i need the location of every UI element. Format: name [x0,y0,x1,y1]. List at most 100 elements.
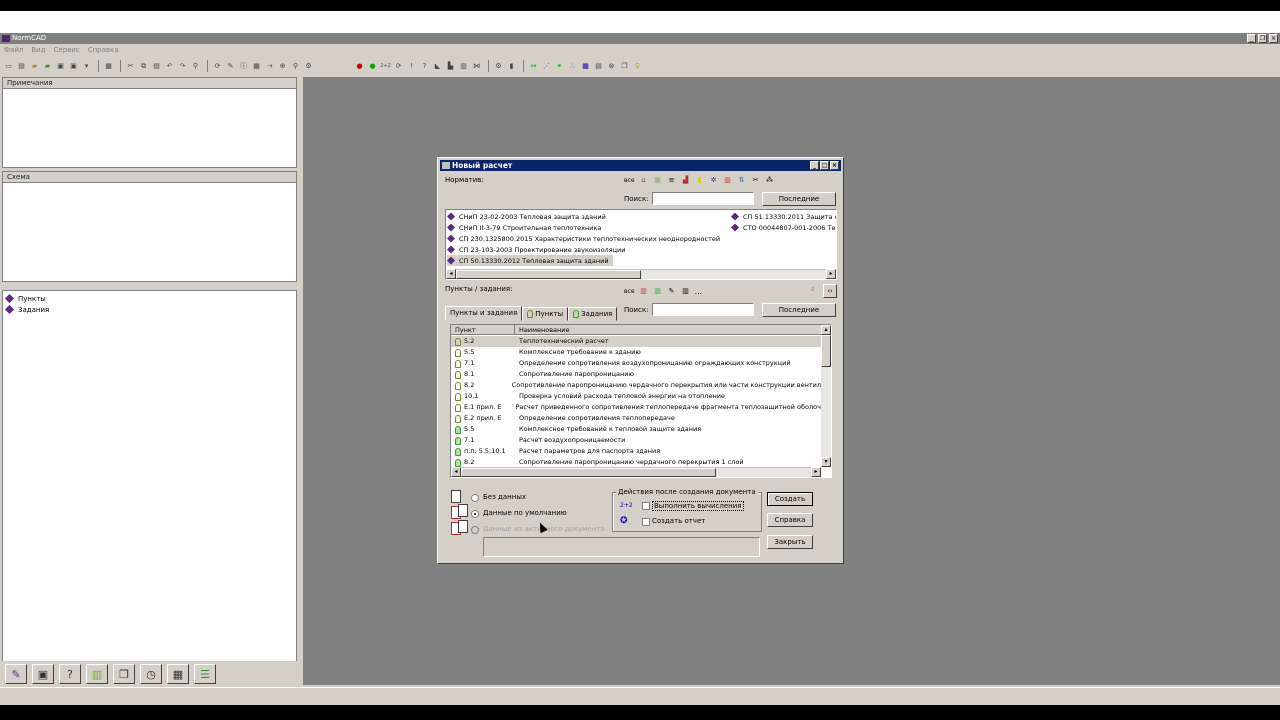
stop-icon[interactable]: ● [354,61,365,72]
paste-icon[interactable]: ▤ [151,61,162,72]
color-bars-icon[interactable]: ▥ [639,286,649,296]
open-icon[interactable]: ▰ [29,61,40,72]
norm-item[interactable]: СП 23-103-2003 Проектирование звукоизоля… [447,244,625,255]
scroll-down-arrow[interactable]: ▾ [821,457,831,467]
list-icon[interactable]: ☰ [194,664,216,684]
yellow-block-icon[interactable]: ▮ [695,175,705,185]
scroll-thumb[interactable] [456,270,641,279]
create-report-checkbox[interactable] [642,518,650,526]
redo-icon[interactable]: ↷ [177,61,188,72]
plot-icon[interactable]: ⋰ [541,61,552,72]
grid-hscrollbar[interactable]: ◂ ▸ [451,467,821,477]
block-icon[interactable]: ▙ [445,61,456,72]
calc-small-icon[interactable]: 2+2 [380,61,391,72]
norm-item-selected[interactable]: СП 50.13330.2012 Тепловая защита зданий [447,255,613,266]
points-grid[interactable]: Пункт Наименование 5.2 Теплотехнический р… [450,324,832,478]
scroll-left-arrow[interactable]: ◂ [446,269,456,279]
computer-icon[interactable]: ▣ [32,664,54,684]
table-row[interactable]: 8.1 Сопротивление паропроницанию [451,369,821,380]
calendar-icon[interactable]: ▤ [593,61,604,72]
table-row[interactable]: 8.2 Сопротивление паропроницанию чердачно… [451,380,821,391]
help-button[interactable]: Справка [767,513,813,527]
dialog-maximize-button[interactable]: □ [820,161,829,170]
all-filter[interactable]: все [624,288,635,295]
zoom-icon[interactable]: ⊕ [277,61,288,72]
table-row[interactable]: Е.1 прил. Е Расчет приведенного сопротивл… [451,402,821,413]
menu-help[interactable]: Справка [88,44,119,56]
points-search-input[interactable] [652,303,754,316]
scissors-icon[interactable]: ✂ [751,175,761,185]
table-row[interactable]: п.п. 5.5;10.1 Расчет параметров для паспо… [451,446,821,457]
green-bars-icon[interactable]: ▥ [653,286,663,296]
refresh-icon[interactable]: ⟳ [212,61,223,72]
norm-item[interactable]: СНиП II-3-79 Строительная теплотехника [447,222,601,233]
search-icon[interactable]: ⚲ [290,61,301,72]
norm-search-input[interactable] [652,192,754,205]
scroll-right-arrow[interactable]: ▸ [826,269,836,279]
default-data-radio[interactable] [471,510,479,518]
arrows-icon[interactable]: ↔ [528,61,539,72]
library-icon[interactable]: ▥ [86,664,108,684]
windows-icon[interactable]: ❐ [113,664,135,684]
norm-item[interactable]: СП 230.1325800.2015 Характеристики тепло… [447,233,720,244]
chart-icon[interactable]: ◣ [432,61,443,72]
dropdown-icon[interactable]: ▾ [81,61,92,72]
norm-book-icon[interactable]: ✎ [5,664,27,684]
scroll-thumb[interactable] [821,335,831,367]
norms-list[interactable]: СНиП 23-02-2003 Тепловая защита зданий С… [445,209,837,280]
save-icon[interactable]: ▣ [68,61,79,72]
toggle-button[interactable]: ‹› [823,284,837,298]
tools-icon[interactable]: ⚙ [303,61,314,72]
tab-tasks[interactable]: Задания [568,307,618,321]
table-row[interactable]: 7.1 Определение сопротивления воздухопрон… [451,358,821,369]
window-icon[interactable]: ❐ [619,61,630,72]
scroll-right-arrow[interactable]: ▸ [811,467,821,477]
structure-icon[interactable]: ▦ [167,664,189,684]
tab-points-and-tasks[interactable]: Пункты и задания [445,306,523,321]
copy-icon[interactable]: ⧉ [138,61,149,72]
calc-icon[interactable]: ▦ [251,61,262,72]
tree-item-tasks[interactable]: Задания [3,304,296,315]
no-data-radio[interactable] [471,494,479,502]
col-name[interactable]: Наименование [515,325,821,334]
dialog-minimize-button[interactable]: _ [810,161,819,170]
run-icon[interactable]: ● [367,61,378,72]
norms-hscrollbar[interactable]: ◂ ▸ [446,269,836,279]
fan-icon[interactable]: ✲ [709,175,719,185]
do-calc-checkbox[interactable] [642,502,650,510]
undo-icon[interactable]: ↶ [164,61,175,72]
close-button[interactable]: × [1269,34,1278,43]
bulb-icon[interactable]: ♀ [632,61,643,72]
save-all-icon[interactable]: ▣ [55,61,66,72]
dialog-close-button[interactable]: × [830,161,839,170]
scroll-left-arrow[interactable]: ◂ [451,467,461,477]
norm-item[interactable]: СНиП 23-02-2003 Тепловая защита зданий [447,211,606,222]
grid-icon[interactable]: ▥ [458,61,469,72]
exclaim-icon[interactable]: ! [406,61,417,72]
table-icon[interactable]: ▦ [580,61,591,72]
recent-points-button[interactable]: Последние [762,303,836,317]
more-filters[interactable]: ... [695,287,703,296]
find-icon[interactable]: ⚲ [190,61,201,72]
target-icon[interactable]: ⊗ [606,61,617,72]
pipes-icon[interactable]: ⇅ [737,175,747,185]
link-icon[interactable]: ⚭ [554,61,565,72]
scroll-up-arrow[interactable]: ▴ [821,325,831,335]
recalc-icon[interactable]: ⟳ [393,61,404,72]
tab-points[interactable]: Пункты [522,307,569,321]
cut-icon[interactable]: ✂ [125,61,136,72]
table-row[interactable]: 5.5 Комплексное требование к тепловой защ… [451,424,821,435]
new-doc-icon[interactable]: ▤ [16,61,27,72]
insert-icon[interactable]: ⇢ [264,61,275,72]
col-point[interactable]: Пункт [451,325,515,334]
tree-icon[interactable]: ⋈ [471,61,482,72]
pencil-icon[interactable]: ✎ [667,286,677,296]
table-row[interactable]: 5.2 Теплотехнический расчет [451,336,821,347]
foundation-icon[interactable]: ▟ [681,175,691,185]
norm-item[interactable]: СТО 00044807-001-2006 Те [731,222,835,233]
help-circle-icon[interactable]: ? [59,664,81,684]
wall-icon[interactable]: ▦ [653,175,663,185]
edit-icon[interactable]: ✎ [225,61,236,72]
color-bars-icon[interactable]: ▥ [723,175,733,185]
clock-icon[interactable]: ◷ [140,664,162,684]
